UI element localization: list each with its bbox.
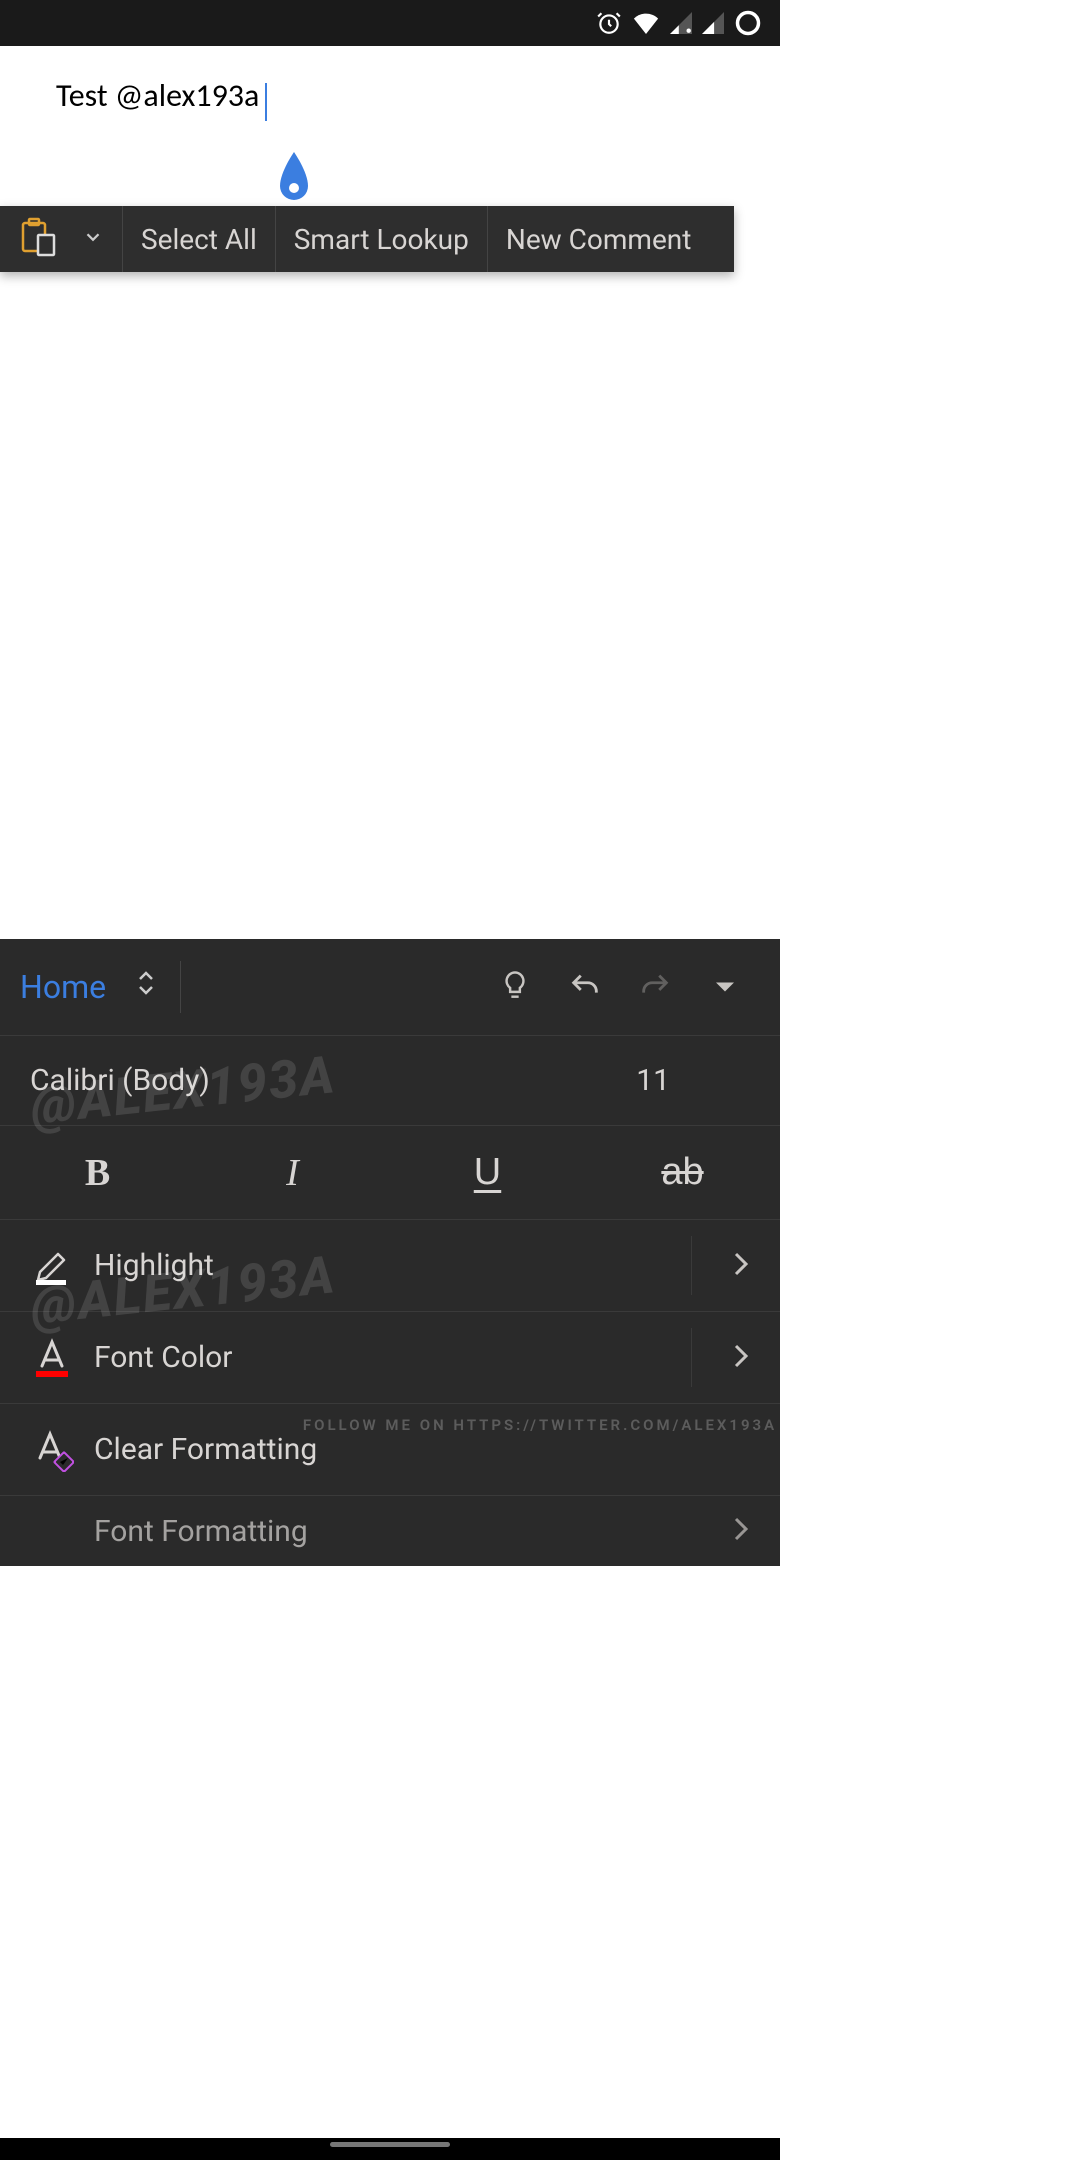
highlight-icon [30,1244,94,1288]
font-formatting-label: Font Formatting [94,1514,308,1549]
clear-formatting-icon [30,1428,94,1472]
italic-label: I [286,1151,299,1195]
strike-label: ab [661,1151,703,1194]
cursor-handle-icon[interactable] [276,152,312,208]
divider [180,961,181,1013]
context-menu: Select All Smart Lookup New Comment [0,206,734,272]
chevron-right-icon [730,1250,750,1282]
select-all-button[interactable]: Select All [123,206,276,272]
status-bar [0,0,780,46]
wifi-icon [632,12,660,34]
highlight-row[interactable]: Highlight [0,1220,780,1312]
smart-lookup-label: Smart Lookup [294,223,469,256]
chevron-right-icon [730,1515,750,1547]
font-row: Calibri (Body) 11 [0,1036,780,1126]
smart-lookup-button[interactable]: Smart Lookup [276,206,488,272]
new-comment-button[interactable]: New Comment [488,206,710,272]
text-cursor [265,83,267,121]
underline-button[interactable]: U [390,1126,585,1219]
document-text: Test @alex193a [56,76,259,115]
tell-me-button[interactable] [480,970,550,1004]
clear-formatting-label: Clear Formatting [94,1432,317,1467]
ribbon-tab-selector[interactable]: Home [20,967,156,1007]
chevron-right-icon [730,1342,750,1374]
font-color-label: Font Color [94,1340,232,1375]
font-formatting-row[interactable]: Font Formatting [0,1496,780,1566]
italic-button[interactable]: I [195,1126,390,1219]
collapse-ribbon-button[interactable] [690,978,760,996]
alarm-icon [596,10,622,36]
cell-signal-1-icon [670,12,692,34]
highlight-label: Highlight [94,1248,214,1283]
document-canvas-blank[interactable] [0,272,780,940]
clipboard-icon [18,217,58,261]
font-size-selector[interactable]: 11 [636,1063,670,1098]
cell-signal-2-icon [702,12,724,34]
ring-icon [734,9,762,37]
font-name-selector[interactable]: Calibri (Body) [30,1063,210,1098]
ribbon-tab-label: Home [20,968,106,1006]
android-nav-bar [0,2138,780,2160]
ribbon-panel: Home Calibri (Body) 11 B I U ab [0,939,780,1566]
bold-label: B [85,1151,110,1195]
document-editor[interactable]: Test @alex193a [0,46,780,206]
bold-button[interactable]: B [0,1126,195,1219]
new-comment-label: New Comment [506,223,692,256]
clear-formatting-row[interactable]: Clear Formatting [0,1404,780,1496]
ribbon-header: Home [0,939,780,1035]
redo-button [620,970,690,1004]
paste-menu[interactable] [0,206,123,272]
sort-icon [136,967,156,1007]
select-all-label: Select All [141,223,257,256]
underline-label: U [474,1151,501,1194]
strikethrough-button[interactable]: ab [585,1126,780,1219]
text-style-row: B I U ab [0,1126,780,1220]
chevron-down-icon [82,226,104,252]
undo-button[interactable] [550,970,620,1004]
nav-handle[interactable] [330,2142,450,2147]
font-color-row[interactable]: Font Color [0,1312,780,1404]
font-color-icon [30,1336,94,1380]
